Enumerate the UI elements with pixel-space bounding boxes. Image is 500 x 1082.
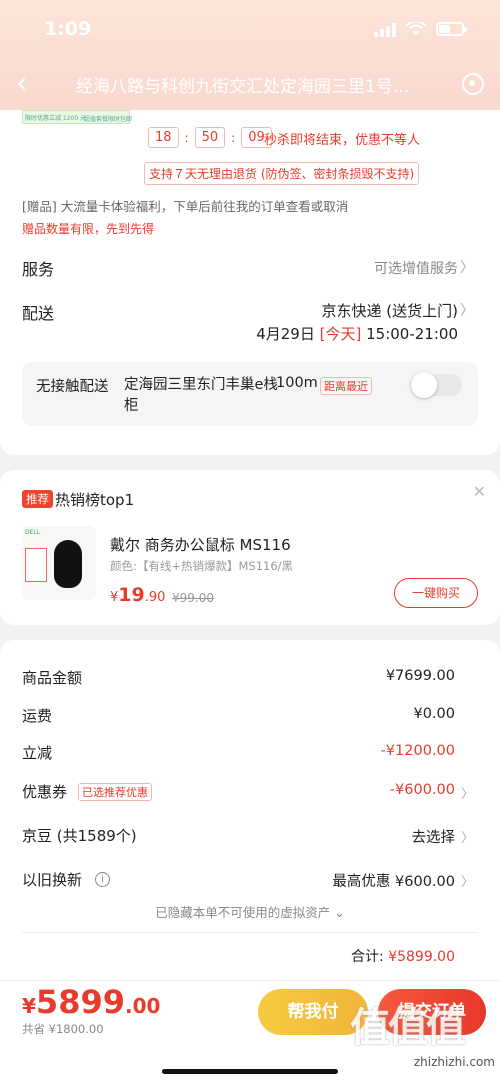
product-spec: 颜色:【有线+热销爆款】MS116/黑 [110,559,294,573]
order-info-card: 限时优惠立减 1200 元 超值套餐限时包邮 18 : 50 : 09 秒杀即将… [0,110,500,455]
discount-label: 立减 [22,744,53,762]
price-summary-card: 商品金额 ¥7699.00 运费 ¥0.00 立减 -¥1200.00 优惠券 … [0,640,500,980]
back-icon[interactable]: ‹ [16,69,40,97]
delivery-address-title[interactable]: 经海八路与科创九街交汇处定海园三里1号... [76,72,448,97]
countdown-hours: 18 [148,127,179,148]
contactless-address: 定海园三里东门丰巢e栈柜 [124,377,278,414]
product-price: ¥19.90 [110,584,166,606]
return-policy-tag: 支持７天无理由退货 (防伪签、密封条损毁不支持) [144,162,420,185]
wifi-icon [406,22,426,35]
freight-label: 运费 [22,707,53,725]
promo-thumb-text: 限时优惠立减 1200 元 [25,115,87,122]
goods-amount-value: ¥7699.00 [385,668,455,684]
payable-price: ¥5899.00 [22,983,161,1021]
one-click-buy-button[interactable]: 一键购买 [394,578,478,608]
divider [22,932,478,933]
jingdou-label: 京豆 (共1589个) [22,827,137,845]
service-value[interactable]: 可选增值服务 [374,258,458,278]
chevron-right-icon[interactable]: 〉 [460,300,474,320]
status-bar: 1:09 [0,0,500,58]
coupon-label: 优惠券 [22,783,68,801]
gift-note: [赠品] 大流量卡体验福利，下单后前往我的订单查看或取消 [22,199,349,214]
total-label: 合计: [351,949,384,965]
gift-warning: 赠品数量有限，先到先得 [22,222,155,236]
order-total: 合计: ¥5899.00 [351,946,455,966]
tradein-label: 以旧换新 [22,871,83,889]
status-icons [374,21,467,37]
recommend-badge: 推荐 [22,490,53,508]
hidden-assets-note[interactable]: 已隐藏本单不可使用的虚拟资产 ⌄ [0,902,500,921]
shipping-label: 配送 [22,304,55,323]
watermark-logo: 值值值 [350,1005,466,1051]
contactless-delivery-panel: 无接触配送 定海园三里东门丰巢e栈柜 100m 距离最近 [22,362,478,426]
status-time: 1:09 [44,18,92,40]
chevron-right-icon[interactable]: 〉 [460,257,474,277]
product-image[interactable]: DELL [22,526,96,600]
recommend-card: 推荐 热销榜top1 ✕ DELL 戴尔 商务办公鼠标 MS116 颜色:【有线… [0,470,500,625]
mouse-image [54,540,82,588]
contactless-toggle[interactable] [410,372,462,398]
product-old-price: ¥99.00 [172,591,214,605]
promo-thumb-text-2: 超值套餐限时包邮 [84,116,133,123]
shipping-method[interactable]: 京东快递 (送货上门) [322,300,458,321]
freight-value: ¥0.00 [413,706,455,722]
tradein-value[interactable]: 最高优惠 ¥600.00 [332,870,455,891]
product-name[interactable]: 戴尔 商务办公鼠标 MS116 [110,534,291,555]
battery-icon [436,22,467,36]
total-value: ¥5899.00 [388,949,455,965]
shipping-time[interactable]: 4月29日 [今天] 15:00-21:00 [256,323,458,344]
signal-icon [374,21,396,37]
dell-logo: DELL [25,529,41,536]
watermark-site: zhizhizhi.com [413,1055,495,1069]
nearest-tag: 距离最近 [320,377,372,395]
jingdou-select[interactable]: 去选择 [412,826,456,847]
service-label: 服务 [22,260,55,279]
contactless-distance: 100m [276,375,318,391]
countdown-minutes: 50 [194,127,226,148]
close-icon[interactable]: ✕ [473,482,486,501]
countdown-text: 秒杀即将结束，优惠不等人 [264,133,421,148]
shipping-today-tag: [今天] [319,325,362,343]
coupon-recommended-tag: 已选推荐优惠 [78,783,152,801]
contactless-label: 无接触配送 [36,379,109,395]
nav-bar: ‹ 经海八路与科创九街交汇处定海园三里1号... [0,58,500,110]
header: 1:09 ‹ 经海八路与科创九街交汇处定海园三里1号... [0,0,500,110]
recommend-title: 热销榜top1 [55,491,135,509]
shipping-window: 15:00-21:00 [366,325,458,343]
goods-amount-label: 商品金额 [22,669,83,687]
saved-amount: 共省 ¥1800.00 [22,1022,104,1036]
discount-value: -¥1200.00 [380,743,455,759]
chevron-right-icon[interactable]: 〉 [461,827,474,846]
location-pin-icon[interactable] [462,73,484,95]
coupon-value[interactable]: -¥600.00 [390,782,455,798]
home-indicator [162,1069,338,1074]
watermark: 值值值 zhizhizhi.com [350,995,495,1075]
flash-sale-countdown: 18 : 50 : 09 [148,127,272,148]
shipping-date: 4月29日 [256,325,315,343]
chevron-right-icon[interactable]: 〉 [461,783,474,802]
chevron-right-icon[interactable]: 〉 [461,871,474,890]
info-icon[interactable]: i [95,872,110,887]
